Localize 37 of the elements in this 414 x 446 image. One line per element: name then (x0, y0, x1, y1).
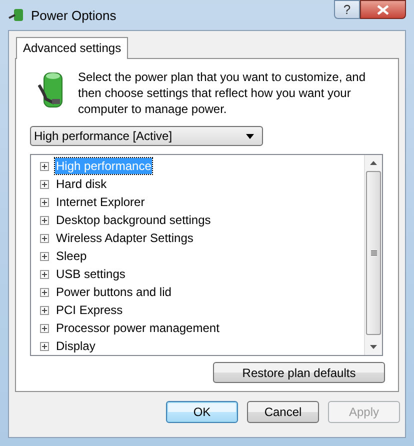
scrollbar[interactable] (364, 155, 382, 355)
plan-dropdown[interactable]: High performance [Active] (30, 126, 263, 146)
expand-icon[interactable] (40, 198, 49, 206)
expand-icon[interactable] (40, 216, 49, 224)
tree-item[interactable]: USB settings (55, 266, 126, 282)
scroll-up-icon[interactable] (370, 161, 377, 165)
tree-item[interactable]: PCI Express (55, 302, 124, 318)
expand-icon[interactable] (40, 234, 49, 242)
expand-icon[interactable] (40, 162, 49, 170)
close-button[interactable] (360, 0, 406, 19)
tree-item[interactable]: Hard disk (55, 176, 108, 192)
restore-defaults-button[interactable]: Restore plan defaults (213, 362, 385, 383)
grip-icon (370, 250, 376, 256)
tree-item[interactable]: Wireless Adapter Settings (55, 230, 194, 246)
tree-item[interactable]: Processor power management (55, 320, 220, 336)
close-icon (377, 4, 389, 14)
dialog-button[interactable]: Cancel (247, 401, 319, 423)
tree-item[interactable]: Display (55, 338, 96, 354)
expand-icon[interactable] (40, 252, 49, 260)
tree-item[interactable]: Sleep (55, 248, 88, 264)
tree-item[interactable]: Desktop background settings (55, 212, 212, 228)
expand-icon[interactable] (40, 324, 49, 332)
expand-icon[interactable] (40, 306, 49, 314)
tree-item[interactable]: Power buttons and lid (55, 284, 172, 300)
window-title: Power Options (31, 8, 116, 22)
expand-icon[interactable] (40, 180, 49, 188)
plug-icon (8, 7, 26, 23)
caret-icon (246, 134, 254, 138)
dialog-button[interactable]: OK (166, 401, 238, 423)
expand-icon[interactable] (40, 342, 49, 350)
expand-icon[interactable] (40, 288, 49, 296)
expand-icon[interactable] (40, 270, 49, 278)
instruction-text: Select the power plan that you want to customize, and then choose settings that reflect how you want your computer to manage power. (78, 69, 367, 117)
help-button[interactable]: ? (334, 0, 360, 19)
tab[interactable]: Advanced settings (16, 37, 128, 59)
scroll-down-icon[interactable] (370, 345, 377, 349)
tree-item[interactable]: Internet Explorer (55, 194, 146, 210)
